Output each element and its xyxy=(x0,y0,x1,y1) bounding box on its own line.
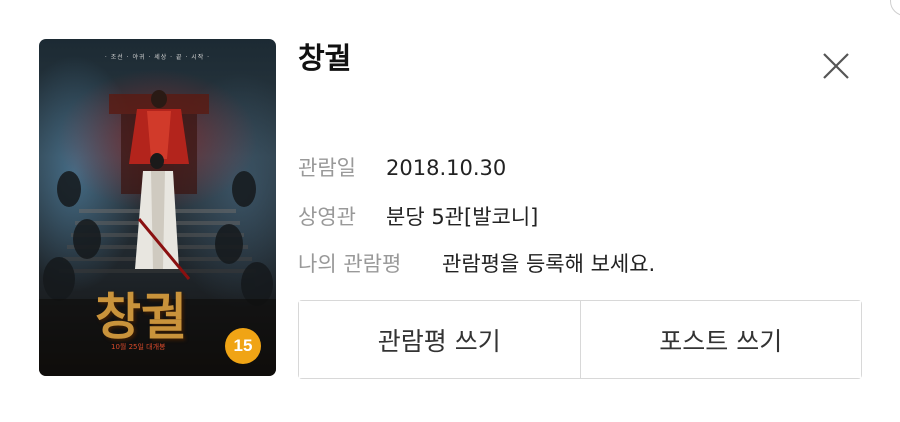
close-icon xyxy=(823,53,849,79)
theater-value: 분당 5관[발코니] xyxy=(386,205,539,229)
action-button-group: 관람평 쓰기 포스트 쓰기 xyxy=(298,300,862,379)
my-review-label: 나의 관람평 xyxy=(298,252,402,276)
movie-title: 창궐 xyxy=(298,41,352,75)
poster-release-text: 10월 25일 대개봉 xyxy=(111,343,166,351)
poster-tagline: · 조선 · 야귀 · 세상 · 끝 · 시작 · xyxy=(104,54,211,61)
viewing-date-value: 2018.10.30 xyxy=(386,156,507,180)
viewing-date-row: 관람일 2018.10.30 xyxy=(298,154,506,182)
theater-row: 상영관 분당 5관[발코니] xyxy=(298,203,538,231)
viewing-date-label: 관람일 xyxy=(298,156,356,180)
poster-title-art: 창궐 xyxy=(95,287,187,346)
age-rating-badge: 15 xyxy=(225,328,261,364)
my-review-row: 나의 관람평 관람평을 등록해 보세요. xyxy=(298,250,655,278)
my-review-value: 관람평을 등록해 보세요. xyxy=(442,252,656,276)
write-post-button[interactable]: 포스트 쓰기 xyxy=(579,301,861,378)
corner-arc-decoration xyxy=(890,0,900,16)
write-review-button[interactable]: 관람평 쓰기 xyxy=(299,301,580,378)
movie-poster[interactable]: · 조선 · 야귀 · 세상 · 끝 · 시작 · 창궐 10월 25일 대개봉… xyxy=(39,39,276,376)
close-button[interactable] xyxy=(815,50,855,84)
theater-label: 상영관 xyxy=(298,205,356,229)
